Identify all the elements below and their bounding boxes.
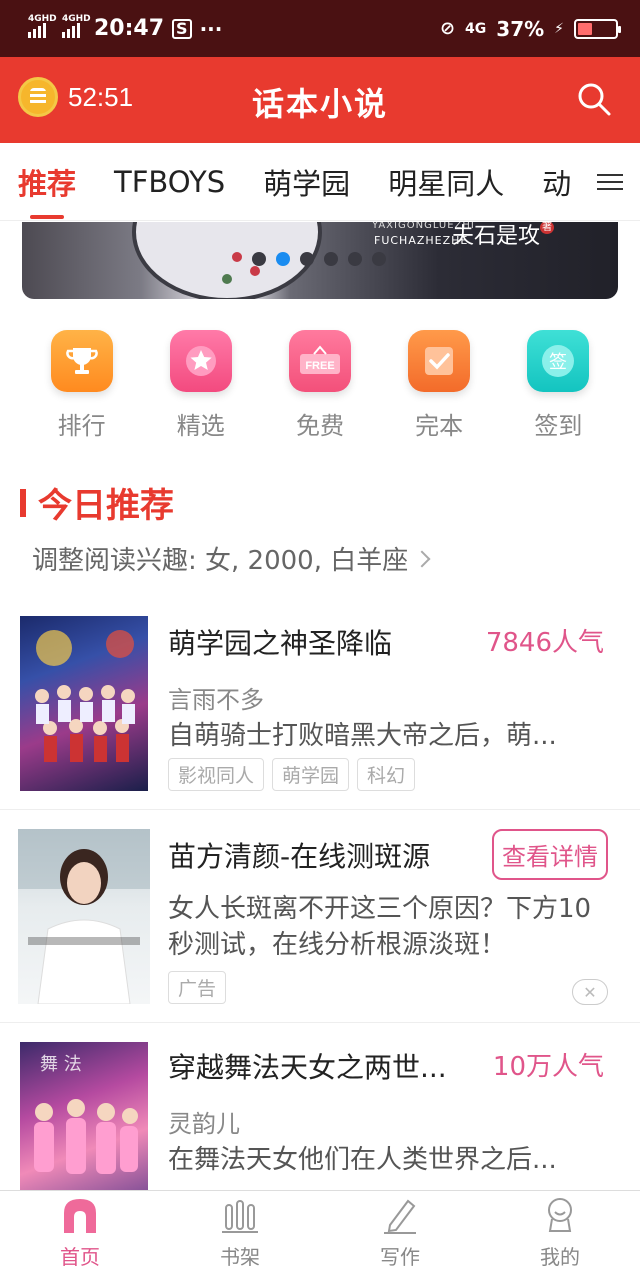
ad-tag: 广告	[168, 971, 227, 1004]
quick-completed-label: 完本	[415, 412, 464, 440]
star-icon	[169, 330, 232, 392]
nav-home-label: 首页	[60, 1245, 100, 1269]
book-title: 萌学园之神圣降临	[168, 627, 393, 660]
section-accent-bar	[20, 488, 26, 517]
carousel-dot	[324, 252, 338, 266]
carousel-indicator	[252, 252, 386, 266]
book-author: 言雨不多	[168, 686, 264, 714]
quick-ranking[interactable]: 排行	[42, 330, 122, 441]
quick-free[interactable]: FREE 免费	[280, 330, 360, 441]
quick-featured[interactable]: 精选	[161, 330, 241, 441]
carousel-dot	[372, 252, 386, 266]
tab-tfboys[interactable]: TFBOYS	[114, 165, 225, 199]
ad-item[interactable]: 苗方清颜-在线测斑源 查看详情 女人长斑离不开这三个原因？下方10秒测试，在线分…	[0, 811, 640, 1023]
tag-list: 影视同人 萌学园 科幻	[168, 758, 416, 791]
quick-signin-label: 签到	[534, 412, 583, 440]
tab-mengxueyuan[interactable]: 萌学园	[263, 161, 350, 203]
quick-completed[interactable]: 完本	[399, 330, 479, 441]
popularity-count: 7846人气	[485, 628, 604, 658]
free-tag-icon: FREE	[288, 330, 351, 392]
more-notifications-icon: ···	[199, 16, 223, 41]
mute-icon: ⊘	[439, 18, 456, 39]
book-description: 在舞法天女他们在人类世界之后...	[168, 1145, 557, 1175]
network-label: 4G	[465, 20, 487, 37]
list-item[interactable]: 萌学园之神圣降临 7846人气 言雨不多 自萌骑士打败暗黑大帝之后，萌... 影…	[0, 600, 640, 810]
pen-icon	[384, 1199, 416, 1234]
nav-home[interactable]: 首页	[0, 1191, 160, 1276]
svg-text:舞 法: 舞 法	[40, 1054, 82, 1075]
battery-icon	[574, 18, 621, 39]
tag[interactable]: 萌学园	[272, 758, 350, 791]
app-title: 话本小说	[251, 85, 388, 123]
home-icon	[64, 1199, 96, 1233]
charging-icon: ⚡	[554, 20, 564, 37]
category-tabs: 推荐 TFBOYS 萌学园 明星同人 动	[0, 143, 640, 221]
ad-title: 苗方清颜-在线测斑源	[168, 840, 431, 873]
book-description: 自萌骑士打败暗黑大帝之后，萌...	[168, 721, 557, 751]
adjust-interest-link[interactable]: 调整阅读兴趣: 女, 2000, 白羊座	[32, 540, 431, 577]
clock: 20:47	[94, 16, 165, 41]
trophy-icon	[50, 330, 113, 392]
profile-icon	[548, 1198, 572, 1232]
banner-title: 夫石是攻著	[452, 222, 555, 249]
ad-description: 女人长斑离不开这三个原因？下方10秒测试，在线分析根源淡斑！	[168, 894, 592, 960]
svg-text:签: 签	[549, 352, 567, 373]
section-title: 今日推荐	[38, 486, 174, 526]
quick-ranking-label: 排行	[57, 412, 106, 440]
book-title: 穿越舞法天女之两世...	[168, 1051, 447, 1084]
quick-signin[interactable]: 签 签到	[518, 330, 598, 441]
popularity-count: 10万人气	[492, 1052, 604, 1082]
nav-bookshelf-label: 书架	[220, 1245, 260, 1269]
interest-text: 调整阅读兴趣: 女, 2000, 白羊座	[32, 546, 409, 576]
tab-recommend[interactable]: 推荐	[18, 161, 76, 219]
nav-write[interactable]: 写作	[320, 1191, 480, 1276]
tab-menu-icon[interactable]	[580, 143, 640, 220]
book-author: 灵韵儿	[168, 1110, 240, 1138]
app-header: 52:51 话本小说	[0, 57, 640, 143]
bottom-navigation: 首页 书架 写作 我的	[0, 1190, 640, 1276]
tag[interactable]: 科幻	[357, 758, 416, 791]
app-notification-icon: S	[172, 18, 192, 39]
chevron-right-icon	[413, 550, 431, 567]
close-ad-icon[interactable]: ✕	[572, 979, 608, 1005]
status-bar: 4GHD 4GHD 20:47 S ··· ⊘ 4G 37% ⚡	[0, 0, 640, 57]
quick-actions: 排行 精选 FREE 免费 完本 签 签到	[0, 330, 640, 441]
quick-featured-label: 精选	[176, 412, 225, 440]
quick-free-label: 免费	[295, 412, 344, 440]
carousel-dot-active	[276, 252, 290, 266]
list-item[interactable]: 舞 法 穿越舞法天女之两世... 10万人气 灵韵儿 在舞法天女他们在人类世界之…	[0, 1024, 640, 1217]
search-icon[interactable]	[576, 81, 612, 117]
view-details-button[interactable]: 查看详情	[492, 829, 608, 880]
nav-write-label: 写作	[380, 1245, 420, 1269]
banner-carousel[interactable]: YAXIGONGLUEZHI FUCHAZHEZHE 夫石是攻著	[22, 222, 618, 299]
ad-image	[18, 829, 150, 1004]
bookshelf-icon	[222, 1200, 258, 1233]
signal-icon: 4GHD	[28, 14, 57, 38]
tab-celebrity[interactable]: 明星同人	[388, 161, 504, 203]
signal-icon: 4GHD	[62, 14, 91, 38]
nav-bookshelf[interactable]: 书架	[160, 1191, 320, 1276]
carousel-dot	[252, 252, 266, 266]
nav-profile-label: 我的	[540, 1245, 580, 1269]
carousel-dot	[348, 252, 362, 266]
tag-list: 广告	[168, 971, 227, 1004]
sign-in-icon: 签	[527, 330, 590, 392]
checkmark-icon	[408, 330, 471, 392]
section-header: 今日推荐	[20, 478, 174, 527]
svg-text:FREE: FREE	[305, 360, 334, 372]
tag[interactable]: 影视同人	[168, 758, 265, 791]
tab-anime[interactable]: 动	[542, 161, 571, 203]
book-cover	[20, 616, 148, 791]
nav-profile[interactable]: 我的	[480, 1191, 640, 1276]
carousel-dot	[300, 252, 314, 266]
banner-decoration	[232, 252, 242, 262]
battery-percent: 37%	[496, 16, 545, 41]
